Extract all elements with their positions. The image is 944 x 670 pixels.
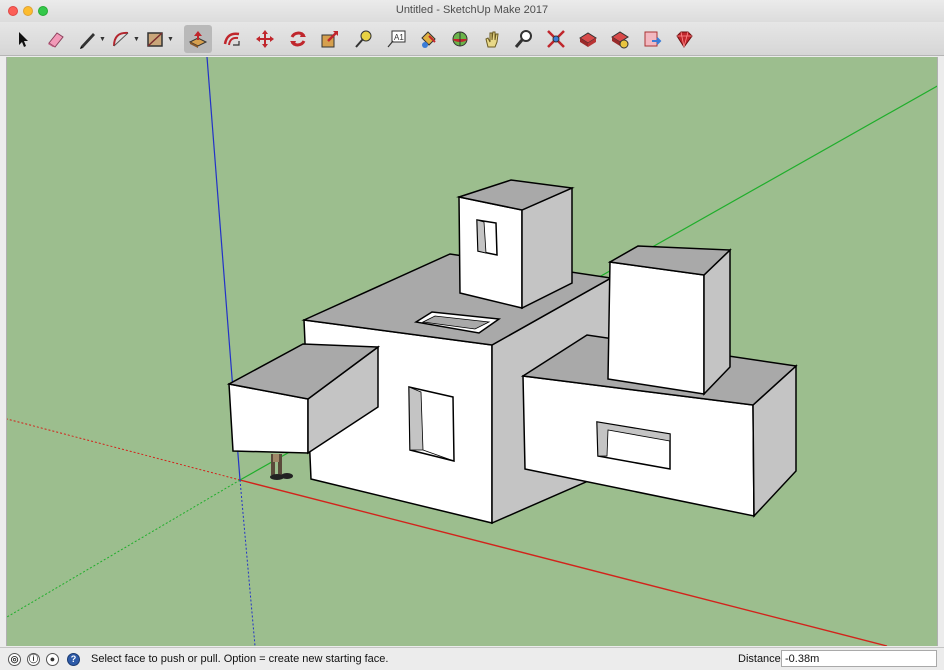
magnifier-icon (514, 30, 532, 48)
main-toolbar: ▼ ▼ ▼ A1 (0, 22, 944, 56)
pencil-icon (80, 33, 95, 49)
orbit-tool-button[interactable] (446, 25, 474, 53)
tape-measure-icon (355, 30, 372, 48)
rectangle-tool-button[interactable] (141, 25, 169, 53)
extension-warehouse-tool-button[interactable] (606, 25, 634, 53)
ruby-icon (676, 31, 693, 48)
zoom-extents-icon (547, 30, 565, 48)
hand-icon (485, 31, 499, 48)
push-pull-tool-button[interactable] (184, 25, 212, 53)
person-figure (270, 454, 293, 480)
sketchup-window: Untitled - SketchUp Make 2017 ▼ ▼ ▼ A1 ◎… (0, 0, 944, 670)
top-tower[interactable] (456, 179, 575, 310)
blue-axis-negative (239, 479, 256, 646)
select-tool-button[interactable] (8, 25, 36, 53)
user-icon[interactable]: ● (46, 653, 59, 666)
measurements-input[interactable] (781, 650, 937, 667)
line-tool-dropdown-icon[interactable]: ▼ (99, 36, 106, 43)
move-tool-button[interactable] (251, 25, 279, 53)
drawing-viewport[interactable] (6, 57, 938, 646)
move-icon (256, 30, 274, 48)
extension-warehouse-icon (611, 31, 629, 49)
arc-tool-button[interactable] (107, 25, 135, 53)
pan-tool-button[interactable] (478, 25, 506, 53)
measurements-label: Distance (738, 653, 781, 665)
svg-text:A1: A1 (394, 33, 404, 42)
layout-icon (644, 31, 662, 47)
zoom-extents-tool-button[interactable] (542, 25, 570, 53)
zoom-tool-button[interactable] (510, 25, 538, 53)
rectangle-icon (147, 32, 163, 47)
text-tool-button[interactable]: A1 (382, 25, 410, 53)
orbit-icon (452, 31, 468, 47)
rectangle-tool-dropdown-icon[interactable]: ▼ (167, 36, 174, 43)
text-icon: A1 (387, 30, 406, 48)
scale-icon (321, 31, 338, 48)
scale-tool-button[interactable] (316, 25, 344, 53)
right-upper-tower[interactable] (607, 245, 732, 396)
window-title: Untitled - SketchUp Make 2017 (395, 4, 549, 16)
geo-location-icon[interactable]: ◎ (8, 653, 21, 666)
send-to-layout-tool-button[interactable] (638, 25, 666, 53)
arc-tool-dropdown-icon[interactable]: ▼ (133, 36, 140, 43)
eraser-tool-button[interactable] (42, 25, 70, 53)
red-axis-negative (7, 418, 241, 481)
red-axis (239, 479, 888, 646)
warehouse-tool-button[interactable] (574, 25, 602, 53)
green-axis-negative (7, 479, 241, 618)
ruby-console-tool-button[interactable] (670, 25, 698, 53)
arrow-icon (19, 32, 28, 47)
paint-bucket-tool-button[interactable] (414, 25, 442, 53)
tape-measure-tool-button[interactable] (349, 25, 377, 53)
arc-icon (113, 31, 129, 47)
line-tool-button[interactable] (74, 25, 102, 53)
offset-tool-button[interactable] (218, 25, 246, 53)
help-icon[interactable]: ? (67, 653, 80, 666)
status-bar: ◎ ⓘ ● ? Select face to push or pull. Opt… (0, 647, 944, 670)
credits-icon[interactable]: ⓘ (27, 653, 40, 666)
title-bar: Untitled - SketchUp Make 2017 (0, 0, 944, 22)
paint-bucket-icon (421, 31, 436, 48)
status-message: Select face to push or pull. Option = cr… (91, 653, 389, 665)
eraser-icon (48, 32, 64, 48)
3d-scene[interactable] (7, 57, 938, 646)
warehouse-icon (579, 32, 597, 47)
rotate-tool-button[interactable] (284, 25, 312, 53)
push-pull-icon (188, 31, 208, 48)
offset-icon (223, 32, 240, 46)
rotate-icon (290, 31, 306, 47)
